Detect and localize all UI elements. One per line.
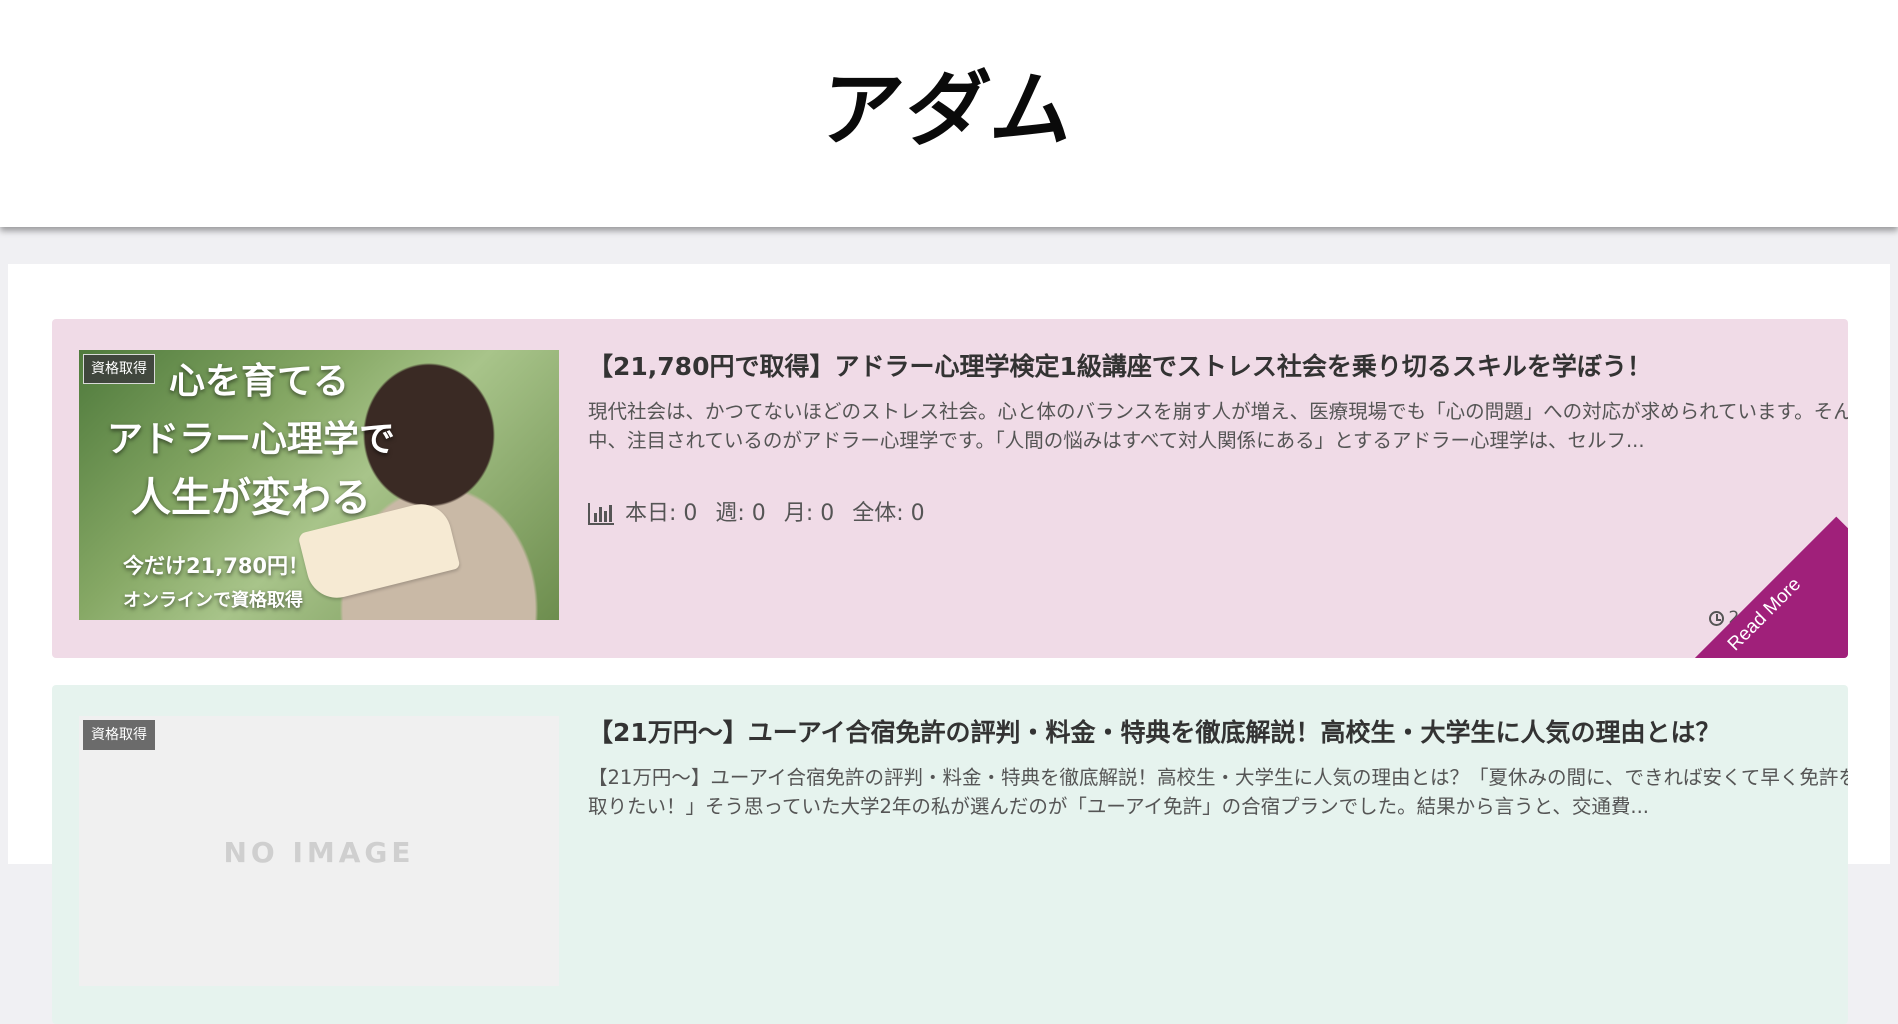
post-thumbnail[interactable]: NO IMAGE 資格取得 [79, 716, 559, 986]
post-thumbnail[interactable]: 心を育てる アドラー心理学で 人生が変わる 今だけ21,780円！ オンラインで… [79, 350, 559, 620]
view-stats: 本日: 0 週: 0 月: 0 全体: 0 [588, 499, 943, 529]
thumbnail-text: 心を育てる [169, 361, 350, 402]
category-badge[interactable]: 資格取得 [83, 720, 155, 750]
post-card[interactable]: 心を育てる アドラー心理学で 人生が変わる 今だけ21,780円！ オンラインで… [52, 319, 1848, 658]
stats-month: 月: 0 [783, 501, 835, 526]
read-more-label: Read More [1723, 573, 1806, 656]
stats-week: 週: 0 [715, 501, 766, 526]
post-card[interactable]: NO IMAGE 資格取得 【21万円〜】ユーアイ合宿免許の評判・料金・特典を徹… [52, 685, 1848, 1024]
no-image-placeholder: NO IMAGE [223, 836, 415, 869]
post-excerpt: 【21万円〜】ユーアイ合宿免許の評判・料金・特典を徹底解説！高校生・大学生に人気… [588, 766, 1848, 818]
post-title[interactable]: 【21,780円で取得】アドラー心理学検定1級講座でストレス社会を乗り切るスキル… [588, 349, 1828, 385]
thumbnail-text: 今だけ21,780円！ [123, 554, 310, 578]
thumbnail-text: オンラインで資格取得 [123, 590, 303, 611]
site-logo[interactable]: アダム [0, 60, 1898, 160]
site-header: アダム [0, 0, 1898, 227]
clock-icon [1708, 610, 1724, 626]
thumbnail-text: アドラー心理学で [107, 419, 396, 460]
stats-today: 本日: 0 [625, 501, 698, 526]
bar-chart-icon [588, 503, 614, 525]
thumbnail-text: 人生が変わる [131, 475, 371, 521]
post-title[interactable]: 【21万円〜】ユーアイ合宿免許の評判・料金・特典を徹底解説！高校生・大学生に人気… [588, 715, 1828, 751]
stats-total: 全体: 0 [852, 501, 925, 526]
read-more-button[interactable]: Read More [1666, 516, 1848, 658]
post-excerpt: 現代社会は、かつてないほどのストレス社会。心と体のバランスを崩す人が増え、医療現… [588, 400, 1848, 452]
post-list: 心を育てる アドラー心理学で 人生が変わる 今だけ21,780円！ オンラインで… [8, 264, 1890, 1024]
category-badge[interactable]: 資格取得 [83, 354, 155, 384]
